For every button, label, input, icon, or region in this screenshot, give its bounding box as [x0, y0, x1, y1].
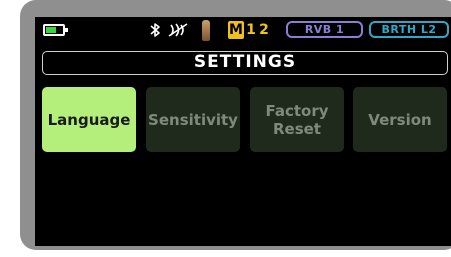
bluetooth-icon: [150, 23, 160, 37]
factory-reset-tile[interactable]: Factory Reset: [250, 87, 344, 152]
battery-icon: [43, 24, 68, 36]
memory-slot-2: 2: [259, 22, 269, 38]
breath-indicator: BRTH L2: [369, 21, 449, 38]
battery-level: [46, 27, 56, 33]
language-tile[interactable]: Language: [42, 87, 136, 152]
page-title: SETTINGS: [42, 51, 448, 75]
reverb-indicator: RVB 1: [286, 21, 363, 38]
language-tile-label: Language: [47, 110, 131, 129]
sensitivity-tile[interactable]: Sensitivity: [146, 87, 240, 152]
memory-slot-1: 1: [246, 22, 256, 38]
microphone-icon: [202, 20, 210, 41]
mute-icon: [168, 23, 188, 37]
sensitivity-tile-label: Sensitivity: [148, 110, 238, 129]
version-tile[interactable]: Version: [353, 87, 447, 152]
status-bar: M 1 2 RVB 1 BRTH L2: [35, 17, 451, 49]
device-screen: M 1 2 RVB 1 BRTH L2 SETTINGS Language Se…: [35, 17, 451, 246]
battery-terminal: [65, 28, 68, 32]
factory-reset-tile-label: Factory Reset: [265, 101, 329, 138]
memory-m-indicator: M: [228, 21, 244, 39]
version-tile-label: Version: [368, 110, 432, 129]
